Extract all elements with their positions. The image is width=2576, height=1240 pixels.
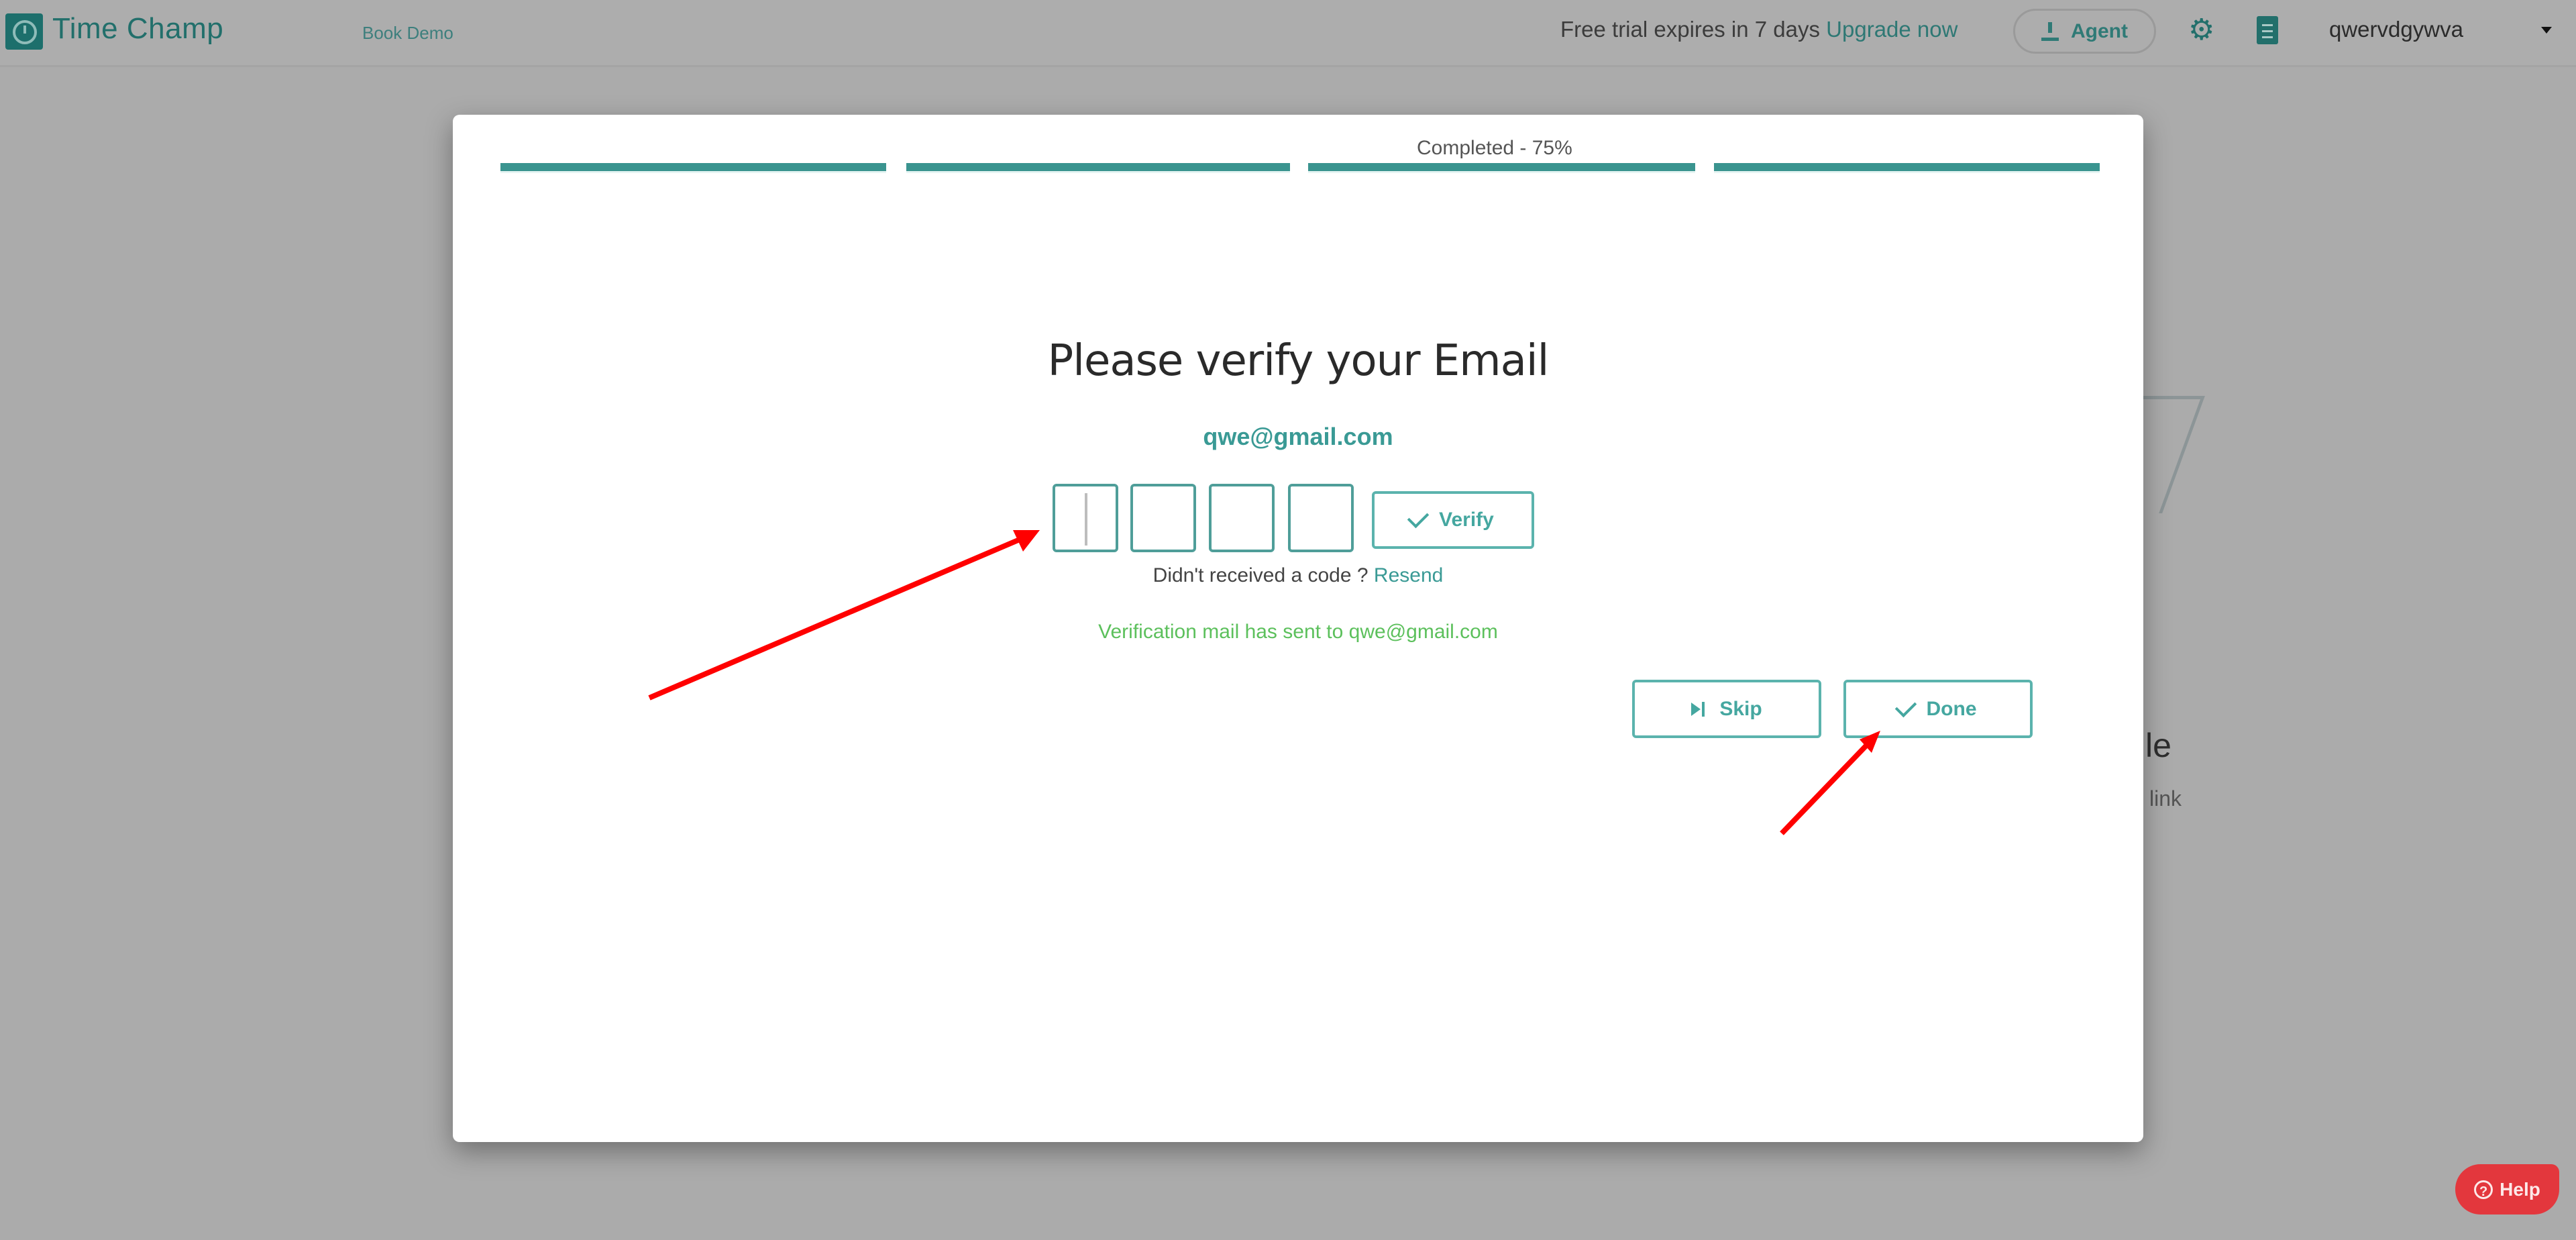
target-email: qwe@gmail.com (1203, 423, 1393, 450)
resend-prompt-text: Didn't received a code ? (1152, 564, 1368, 586)
progress-label-text: Completed - 75% (1417, 137, 1572, 159)
caret-down-icon[interactable] (2541, 27, 2552, 34)
clock-logo-icon[interactable] (5, 13, 43, 50)
skip-button[interactable]: Skip (1632, 680, 1821, 738)
agent-button-label: Agent (2071, 19, 2128, 42)
code-digit-3[interactable] (1209, 484, 1275, 552)
background-text-fragment: link (2149, 786, 2182, 811)
done-button[interactable]: Done (1843, 680, 2033, 738)
skip-forward-icon (1691, 701, 1705, 717)
clipboard-icon[interactable] (2257, 16, 2278, 44)
trial-notice: Free trial expires in 7 days Upgrade now (1560, 17, 1957, 42)
help-button[interactable]: ? Help (2455, 1164, 2559, 1215)
user-menu-name[interactable]: qwervdgywva (2329, 17, 2463, 42)
done-button-label: Done (1926, 697, 1977, 720)
code-digit-4[interactable] (1288, 484, 1354, 552)
code-digit-1[interactable] (1053, 484, 1118, 552)
gear-icon[interactable]: ⚙ (2188, 15, 2214, 45)
resend-prompt: Didn't received a code ? Resend (453, 564, 2143, 587)
download-icon (2041, 21, 2059, 41)
background-heading-fragment: le (2145, 727, 2171, 764)
agent-download-button[interactable]: Agent (2013, 9, 2156, 54)
progress-segment-1 (500, 163, 886, 171)
top-navigation-bar: Time Champ Book Demo Free trial expires … (0, 0, 2576, 67)
progress-segment-3 (1308, 163, 1695, 171)
help-label: Help (2500, 1178, 2540, 1200)
trial-text: Free trial expires in 7 days (1560, 17, 1820, 42)
code-digit-2[interactable] (1130, 484, 1196, 552)
modal-title: Please verify your Email (1047, 336, 1550, 386)
resend-link[interactable]: Resend (1374, 564, 1443, 586)
check-icon (1894, 695, 1917, 717)
progress-segment-4 (1714, 163, 2100, 171)
verification-sent-message: Verification mail has sent to qwe@gmail.… (1098, 621, 1498, 643)
brand-name[interactable]: Time Champ (52, 12, 223, 46)
question-circle-icon: ? (2474, 1180, 2493, 1199)
progress-segment-2 (906, 163, 1290, 171)
verify-email-modal: Completed - 75% Please verify your Email… (453, 115, 2143, 1142)
upgrade-now-link[interactable]: Upgrade now (1826, 17, 1957, 42)
check-icon (1407, 506, 1430, 529)
book-demo-link[interactable]: Book Demo (362, 23, 453, 44)
skip-button-label: Skip (1719, 697, 1762, 720)
verify-button[interactable]: Verify (1372, 491, 1534, 549)
verify-button-label: Verify (1439, 509, 1494, 531)
